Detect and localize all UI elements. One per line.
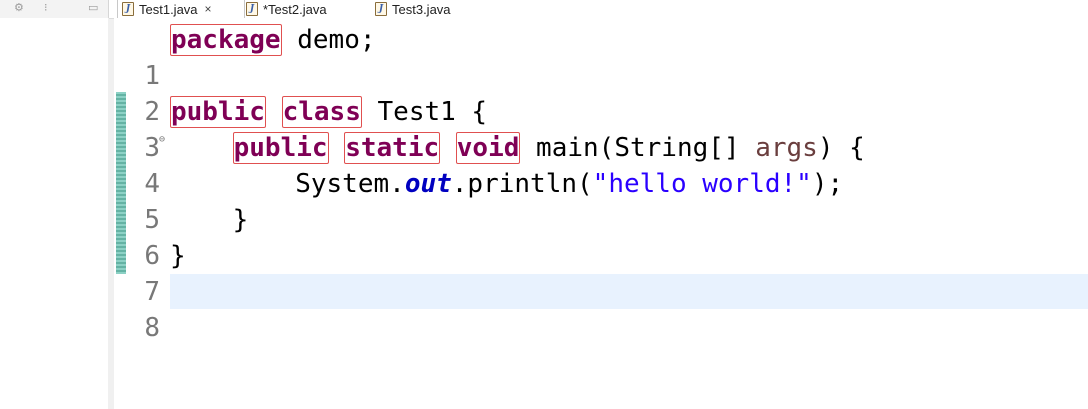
- code-text: public class Test1 {: [170, 94, 487, 130]
- fold-collapse-icon[interactable]: ⊖: [159, 130, 165, 150]
- code-text: }: [170, 205, 249, 235]
- tab-test2[interactable]: J *Test2.java: [242, 0, 366, 18]
- code-segment: demo;: [281, 25, 376, 55]
- change-indicator-bar: [116, 92, 126, 274]
- code-segment: ) {: [817, 133, 865, 163]
- code-segment: Test1 {: [361, 97, 488, 127]
- code-text: package demo;: [170, 22, 376, 58]
- code-text: System.out.println("hello world!");: [170, 166, 843, 202]
- keyword-public: public: [232, 132, 329, 164]
- keyword-class: class: [281, 96, 362, 128]
- tab-test1[interactable]: J Test1.java ×: [117, 0, 245, 18]
- static-field-out: out: [404, 169, 452, 199]
- java-file-icon: J: [246, 2, 258, 16]
- tab-label: *Test2.java: [263, 1, 327, 17]
- code-segment: main(String[]: [520, 133, 756, 163]
- tab-test3[interactable]: J Test3.java: [371, 0, 485, 18]
- code-line-4[interactable]: 4 ⊖ public static void main(String[] arg…: [128, 130, 1088, 199]
- side-panel: ⚙ ⁝ ▭: [0, 0, 109, 409]
- close-icon[interactable]: ×: [205, 2, 212, 16]
- tab-label: Test3.java: [392, 1, 451, 17]
- code-line-8[interactable]: 8: [128, 274, 1088, 343]
- code-segment: System.: [170, 169, 405, 199]
- window-icon[interactable]: ▭: [88, 1, 98, 15]
- code-line-2[interactable]: 2: [128, 58, 1088, 127]
- java-file-icon: J: [122, 2, 134, 16]
- code-line-3[interactable]: 3 public class Test1 {: [128, 94, 1088, 163]
- code-line-7[interactable]: 7 }: [128, 238, 1088, 307]
- line-number: 8: [144, 313, 160, 343]
- side-toolbar: ⚙ ⁝ ▭: [0, 0, 108, 18]
- keyword-package: package: [170, 24, 282, 56]
- code-segment: .println(: [451, 169, 593, 199]
- code-text: public static void main(String[] args) {: [170, 130, 865, 166]
- code-text: }: [170, 241, 186, 271]
- tab-label: Test1.java: [139, 1, 198, 17]
- keyword-void: void: [455, 132, 521, 164]
- code-line-6[interactable]: 6 }: [128, 202, 1088, 271]
- code-line-1[interactable]: 1 package demo;: [128, 22, 1088, 91]
- keyword-static: static: [344, 132, 441, 164]
- parameter-args: args: [755, 133, 818, 163]
- settings-icon[interactable]: ⁝: [44, 1, 48, 15]
- java-file-icon: J: [375, 2, 387, 16]
- gears-icon[interactable]: ⚙: [14, 1, 24, 15]
- editor-tab-bar: J Test1.java × J *Test2.java J Test3.jav…: [109, 0, 1088, 19]
- keyword-public: public: [170, 96, 266, 128]
- code-segment: );: [811, 169, 844, 199]
- code-line-5[interactable]: 5 System.out.println("hello world!");: [128, 166, 1088, 235]
- string-literal: "hello world!": [592, 169, 812, 199]
